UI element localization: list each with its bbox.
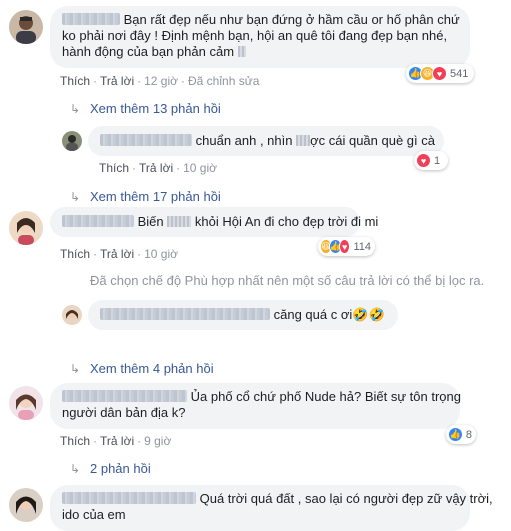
filter-note: Đã chọn chế độ Phù hợp nhất nên một số c… xyxy=(90,273,485,288)
comment-actions: Thích · Trả lời · 10 giờ xyxy=(99,161,217,175)
comment-actions: Thích · Trả lời · 9 giờ xyxy=(60,434,172,448)
comment-bubble: chuẩn anh , nhìn ợc cái quần què gì cà xyxy=(88,126,444,156)
commenter-name[interactable] xyxy=(100,134,192,146)
love-icon: ♥ xyxy=(432,66,447,81)
like-link[interactable]: Thích xyxy=(99,161,129,175)
avatar[interactable] xyxy=(9,10,43,44)
comment-text: Ủa phố cổ chứ phố Nude hả? Biết sự tôn t… xyxy=(190,389,461,404)
comment-text: khỏi Hội An đi cho đẹp trời đi mi xyxy=(194,214,379,229)
like-link[interactable]: Thích xyxy=(60,74,90,88)
like-link[interactable]: Thích xyxy=(60,434,90,448)
comment-bubble: Ủa phố cổ chứ phố Nude hả? Biết sự tôn t… xyxy=(50,383,461,429)
reply-arrow-icon: ↳ xyxy=(70,190,81,204)
reaction-summary[interactable]: ♥ 1 xyxy=(414,151,448,170)
reply-link[interactable]: Trả lời xyxy=(100,434,134,448)
comment-text: chuẩn anh , nhìn xyxy=(195,133,293,148)
love-icon: ♥ xyxy=(416,153,431,168)
commenter-name[interactable] xyxy=(62,13,120,25)
timestamp[interactable]: 12 giờ xyxy=(144,74,178,88)
comment-text: căng quá c ơi🤣🤣 xyxy=(273,307,385,322)
avatar[interactable] xyxy=(62,131,82,151)
comment-bubble: căng quá c ơi🤣🤣 xyxy=(88,300,398,330)
comment-text: ợc cái quần què gì cà xyxy=(310,133,435,148)
reply-link[interactable]: Trả lời xyxy=(100,74,134,88)
reaction-count: 541 xyxy=(450,67,469,80)
avatar[interactable] xyxy=(62,305,82,325)
comment-text: Bạn rất đẹp nếu như bạn đứng ở hầm cầu o… xyxy=(123,12,460,27)
comment-bubble: Bạn rất đẹp nếu như bạn đứng ở hầm cầu o… xyxy=(50,6,470,68)
commenter-name[interactable] xyxy=(62,215,134,227)
comment-text: người dân bản địa k? xyxy=(62,405,186,420)
reaction-count: 1 xyxy=(434,154,441,167)
comment-actions: Thích · Trả lời · 12 giờ · Đã chỉnh sửa xyxy=(60,74,260,88)
timestamp[interactable]: 10 giờ xyxy=(144,247,178,261)
comment-actions: Thích · Trả lời · 10 giờ xyxy=(60,247,178,261)
reaction-summary[interactable]: 👍 😆 ♥ 541 xyxy=(406,64,474,83)
redacted-text xyxy=(237,46,246,57)
view-more-replies-link[interactable]: ↳ Xem thêm 17 phản hồi xyxy=(70,189,221,204)
comment-text: ko phải nơi đây ! Định mệnh bạn, hội an … xyxy=(62,28,448,43)
reaction-count: 114 xyxy=(353,240,371,253)
reply-arrow-icon: ↳ xyxy=(70,462,81,476)
reply-link[interactable]: Trả lời xyxy=(100,247,134,261)
avatar[interactable] xyxy=(9,488,43,522)
love-icon: ♥ xyxy=(338,239,351,254)
reply-arrow-icon: ↳ xyxy=(70,102,81,116)
reaction-count: 8 xyxy=(465,428,472,441)
reply-link[interactable]: Trả lời xyxy=(139,161,173,175)
reaction-summary[interactable]: 😆 👍 ♥ 114 xyxy=(318,237,375,256)
view-replies-link[interactable]: ↳ 2 phản hồi xyxy=(70,461,151,476)
avatar[interactable] xyxy=(9,211,43,245)
timestamp[interactable]: 10 giờ xyxy=(183,161,217,175)
redacted-text xyxy=(167,216,192,227)
commenter-name[interactable] xyxy=(100,308,270,320)
comment-text: hành động của bạn phản cảm xyxy=(62,44,235,59)
comment-bubble: Biến khỏi Hội An đi cho đẹp trời đi mi xyxy=(50,207,378,237)
commenter-name[interactable] xyxy=(62,492,196,504)
view-more-replies-link[interactable]: ↳ Xem thêm 4 phản hồi xyxy=(70,361,214,376)
reaction-summary[interactable]: 👍 8 xyxy=(446,425,476,444)
like-icon: 👍 xyxy=(448,427,463,442)
edited-label: Đã chỉnh sửa xyxy=(188,74,260,88)
view-more-replies-link[interactable]: ↳ Xem thêm 13 phản hồi xyxy=(70,101,221,116)
redacted-text xyxy=(296,135,311,146)
commenter-name[interactable] xyxy=(62,390,187,402)
reply-arrow-icon: ↳ xyxy=(70,362,81,376)
timestamp[interactable]: 9 giờ xyxy=(144,434,171,448)
comment-text: Biến xyxy=(137,214,164,229)
like-link[interactable]: Thích xyxy=(60,247,90,261)
avatar[interactable] xyxy=(9,386,43,420)
comment-bubble: Quá trời quá đất , sao lại có người đẹp … xyxy=(50,485,493,531)
comment-text: Quá trời quá đất , sao lại có người đẹp … xyxy=(199,491,493,506)
